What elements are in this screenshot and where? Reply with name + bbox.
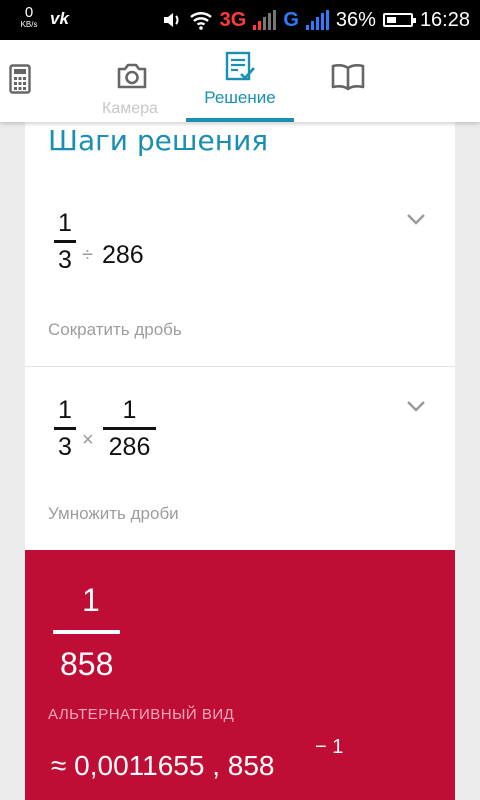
step-2-fraction-left: 1 3 <box>54 396 76 461</box>
network-3g-label: 3G <box>219 8 247 31</box>
volume-icon <box>163 13 179 27</box>
camera-icon <box>117 63 147 89</box>
result-denominator: 858 <box>60 646 114 682</box>
signal-bars-2-icon <box>305 10 329 30</box>
chevron-down-icon[interactable] <box>405 208 427 230</box>
vk-notification-icon: vk <box>50 9 69 28</box>
step-2-operator: × <box>82 429 94 451</box>
step-1-operand: 286 <box>102 241 144 269</box>
step-1-operator: ÷ <box>82 244 93 266</box>
tab-camera-label: Камера <box>102 100 158 117</box>
network-speed-unit: KB/s <box>20 20 38 29</box>
step-2-operand-denominator: 286 <box>108 433 151 461</box>
step-2-description: Умножить дроби <box>48 504 179 523</box>
step-1-denominator: 3 <box>58 246 72 274</box>
network-speed: 0 KB/s <box>14 5 44 29</box>
step-1-description: Сократить дробь <box>48 320 182 339</box>
tab-solution-label: Решение <box>204 88 276 107</box>
solution-icon <box>225 51 255 81</box>
step-2-operand-numerator: 1 <box>122 396 137 424</box>
section-title: Шаги решения <box>48 124 269 157</box>
result-fraction-bar <box>53 630 120 634</box>
result-exponent: − 1 <box>315 736 344 758</box>
result-panel: 1 858 АЛЬТЕРНАТИВНЫЙ ВИД ≈ 0,0011655 , 8… <box>25 550 455 800</box>
status-bar: 0 KB/s vk 3G G 36% 16:28 <box>0 0 480 40</box>
step-2-denominator: 3 <box>58 433 72 461</box>
book-icon <box>331 64 365 91</box>
result-numerator: 1 <box>82 582 100 618</box>
solution-card: Шаги решения 1 3 ÷ 286 Сократить дробь 1… <box>25 90 455 800</box>
tab-solution[interactable]: Решение <box>186 40 294 122</box>
status-icons: 3G G 36% 16:28 <box>162 0 470 40</box>
solution-step-1[interactable]: 1 3 ÷ 286 Сократить дробь <box>25 180 455 367</box>
step-2-numerator: 1 <box>58 396 72 424</box>
signal-bars-1-icon <box>253 10 277 30</box>
alternative-form-label: АЛЬТЕРНАТИВНЫЙ ВИД <box>48 706 235 723</box>
tab-book[interactable] <box>306 40 390 122</box>
solution-step-2[interactable]: 1 3 × 1 286 Умножить дроби <box>25 367 455 549</box>
step-1-numerator: 1 <box>58 209 72 237</box>
step-2-fraction-right: 1 286 <box>103 396 156 461</box>
tab-active-indicator <box>186 118 294 122</box>
tab-calculator[interactable] <box>0 40 40 122</box>
network-speed-value: 0 <box>24 4 34 21</box>
tab-bar: Решение <box>0 40 480 122</box>
wifi-icon <box>189 12 212 30</box>
network-g-label: G <box>283 8 299 31</box>
result-approximation: ≈ 0,0011655 , 858 <box>51 750 275 781</box>
clock: 16:28 <box>419 8 470 31</box>
step-1-fraction: 1 3 <box>54 209 76 274</box>
battery-icon <box>382 13 416 27</box>
calculator-icon <box>9 64 31 94</box>
battery-percent: 36% <box>335 8 376 31</box>
chevron-down-icon[interactable] <box>405 395 427 417</box>
